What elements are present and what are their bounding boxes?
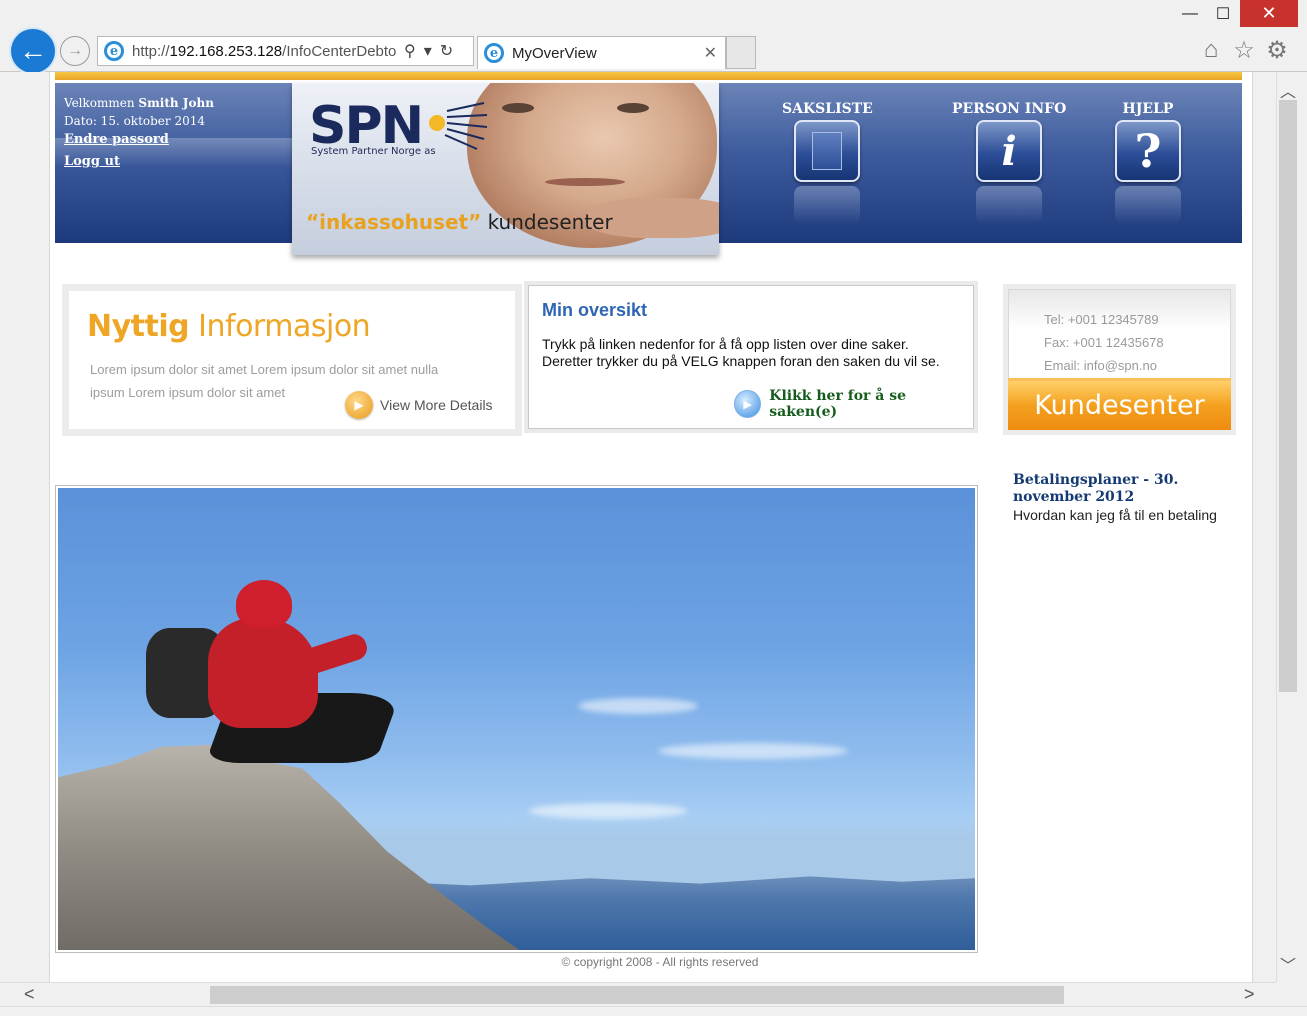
tab-favicon-icon: e — [484, 43, 504, 63]
change-password-link[interactable]: Endre passord — [64, 131, 214, 149]
contact-box: Tel: +001 12345789 Fax: +001 12435678 Em… — [1003, 284, 1236, 435]
contact-tel: Tel: +001 12345789 — [1044, 312, 1159, 327]
favorites-star-icon[interactable]: ☆ — [1230, 36, 1258, 64]
new-tab-button[interactable] — [726, 36, 756, 69]
kundesenter-button[interactable]: Kundesenter — [1008, 378, 1231, 430]
play-arrow-icon[interactable]: ▶ — [345, 391, 373, 419]
view-more-label[interactable]: View More Details — [380, 397, 493, 413]
horizontal-scroll-thumb[interactable] — [210, 986, 1064, 1004]
nyttig-info-box: Nyttig Informasjon Lorem ipsum dolor sit… — [62, 284, 522, 436]
scroll-down-icon[interactable]: ﹀ — [1280, 952, 1296, 976]
slogan: “inkassohuset” kundesenter — [306, 210, 613, 234]
nav-saksliste[interactable]: SAKSLISTE — [782, 101, 873, 224]
show-cases-link[interactable]: ▶ Klikk her for å se saken(e) — [734, 388, 973, 420]
scroll-left-icon[interactable]: < — [24, 984, 35, 1005]
search-icon[interactable]: ⚲ — [404, 41, 416, 61]
logout-link[interactable]: Logg ut — [64, 153, 214, 171]
user-name: Smith John — [138, 96, 214, 110]
view-more-details-link[interactable]: ▶ View More Details — [345, 391, 493, 419]
horizontal-scrollbar[interactable]: < > — [0, 982, 1276, 1006]
contact-fax: Fax: +001 12435678 — [1044, 335, 1164, 350]
refresh-icon[interactable]: ↻ — [440, 41, 453, 61]
scroll-up-icon[interactable]: ︿ — [1280, 78, 1296, 102]
play-arrow-icon[interactable]: ▶ — [734, 390, 762, 418]
logo-subtitle: System Partner Norge as — [311, 146, 436, 157]
hero-image-frame — [55, 485, 978, 953]
vertical-scroll-thumb[interactable] — [1279, 100, 1297, 692]
nav-hjelp[interactable]: HJELP ? — [1115, 101, 1181, 224]
header-banner: SPN System Partner Norge as “inkassohuse… — [292, 83, 719, 255]
settings-gear-icon[interactable]: ⚙ — [1263, 36, 1291, 64]
home-icon[interactable]: ⌂ — [1197, 36, 1225, 64]
min-oversikt-title: Min oversikt — [542, 300, 648, 320]
help-icon[interactable]: ? — [1115, 120, 1181, 182]
contact-email: Email: info@spn.no — [1044, 358, 1157, 373]
address-text[interactable]: http://192.168.253.128/InfoCenterDebto — [132, 43, 400, 60]
top-accent-bar — [55, 72, 1242, 80]
address-bar[interactable]: e http://192.168.253.128/InfoCenterDebto… — [97, 36, 474, 66]
copyright-text: © copyright 2008 - All rights reserved — [561, 955, 759, 969]
page-viewport: Velkommen Smith John Dato: 15. oktober 2… — [0, 72, 1276, 982]
show-cases-label[interactable]: Klikk her for å se saken(e) — [769, 388, 973, 420]
news-body: Hvordan kan jeg få til en betaling — [1013, 507, 1217, 523]
date-line: Dato: 15. oktober 2014 — [64, 114, 205, 128]
logo-rays-icon — [429, 102, 488, 150]
back-arrow-icon[interactable]: ← — [11, 29, 55, 73]
browser-chrome: — ☐ ✕ ← → e http://192.168.253.128/InfoC… — [0, 0, 1307, 73]
scroll-right-icon[interactable]: > — [1244, 984, 1255, 1005]
welcome-block: Velkommen Smith John Dato: 15. oktober 2… — [64, 94, 214, 171]
ie-favicon-icon: e — [104, 41, 124, 61]
tab-close-icon[interactable]: ✕ — [704, 43, 717, 63]
nav-person-info[interactable]: PERSON INFO i — [952, 101, 1066, 224]
welcome-label: Velkommen — [64, 96, 135, 110]
info-icon[interactable]: i — [976, 120, 1043, 182]
document-icon[interactable] — [794, 120, 861, 182]
climber-photo — [58, 488, 975, 950]
minimize-icon[interactable]: — — [1175, 0, 1205, 27]
close-window-icon[interactable]: ✕ — [1240, 0, 1298, 27]
site-header: Velkommen Smith John Dato: 15. oktober 2… — [55, 83, 1242, 255]
browser-tab[interactable]: e MyOverView ✕ — [477, 36, 726, 69]
news-title[interactable]: Betalingsplaner - 30. november 2012 — [1013, 472, 1243, 506]
dropdown-arrow-icon[interactable]: ▾ — [424, 41, 432, 61]
min-oversikt-text: Trykk på linken nedenfor for å få opp li… — [542, 336, 940, 369]
tab-title: MyOverView — [512, 44, 597, 62]
news-item[interactable]: Betalingsplaner - 30. november 2012 Hvor… — [1013, 472, 1243, 524]
vertical-scrollbar[interactable]: ︿ ﹀ — [1276, 72, 1307, 982]
nyttig-title: Nyttig Informasjon — [87, 309, 371, 344]
maximize-icon[interactable]: ☐ — [1208, 0, 1238, 27]
page-container: Velkommen Smith John Dato: 15. oktober 2… — [49, 72, 1253, 982]
forward-arrow-icon[interactable]: → — [60, 36, 90, 66]
min-oversikt-box: Min oversikt Trykk på linken nedenfor fo… — [524, 281, 978, 433]
